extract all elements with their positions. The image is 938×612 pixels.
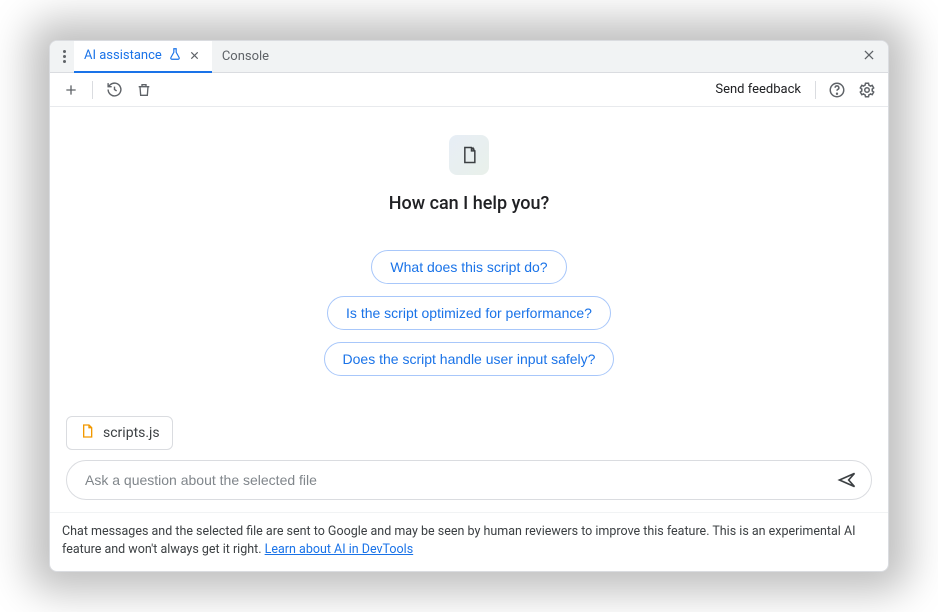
close-tab-icon[interactable] — [188, 49, 202, 63]
new-chat-button[interactable] — [58, 77, 84, 103]
more-menu-button[interactable] — [54, 46, 74, 67]
history-button[interactable] — [101, 77, 127, 103]
disclaimer-footer: Chat messages and the selected file are … — [50, 512, 888, 571]
toolbar: Send feedback — [50, 73, 888, 107]
flask-icon — [168, 47, 182, 65]
separator — [92, 81, 93, 99]
main-content: How can I help you? What does this scrip… — [50, 107, 888, 512]
prompt-input-container — [66, 460, 872, 500]
sparkle-page-icon — [449, 135, 489, 175]
send-button[interactable] — [833, 466, 861, 494]
context-filename: scripts.js — [103, 425, 160, 441]
tab-label: Console — [222, 49, 269, 64]
send-feedback-link[interactable]: Send feedback — [709, 82, 807, 97]
delete-button[interactable] — [131, 77, 157, 103]
suggestion-pill[interactable]: Is the script optimized for performance? — [327, 296, 611, 330]
prompt-input[interactable] — [83, 471, 833, 489]
learn-more-link[interactable]: Learn about AI in DevTools — [265, 542, 414, 557]
tab-ai-assistance[interactable]: AI assistance — [74, 41, 212, 73]
settings-button[interactable] — [854, 77, 880, 103]
separator — [815, 81, 816, 99]
input-row — [62, 460, 876, 500]
suggestion-pill[interactable]: Does the script handle user input safely… — [324, 342, 615, 376]
suggestions-list: What does this script do? Is the script … — [324, 250, 615, 376]
file-icon — [79, 423, 95, 443]
hero-title: How can I help you? — [389, 193, 549, 214]
devtools-panel: AI assistance Console — [49, 40, 889, 572]
close-panel-icon[interactable] — [854, 46, 884, 67]
help-button[interactable] — [824, 77, 850, 103]
context-file-chip[interactable]: scripts.js — [66, 416, 173, 450]
tab-label: AI assistance — [84, 48, 162, 63]
tab-bar: AI assistance Console — [50, 41, 888, 73]
suggestion-pill[interactable]: What does this script do? — [371, 250, 566, 284]
context-row: scripts.js — [62, 416, 876, 460]
disclaimer-text: Chat messages and the selected file are … — [62, 524, 856, 557]
tab-console[interactable]: Console — [212, 41, 279, 73]
